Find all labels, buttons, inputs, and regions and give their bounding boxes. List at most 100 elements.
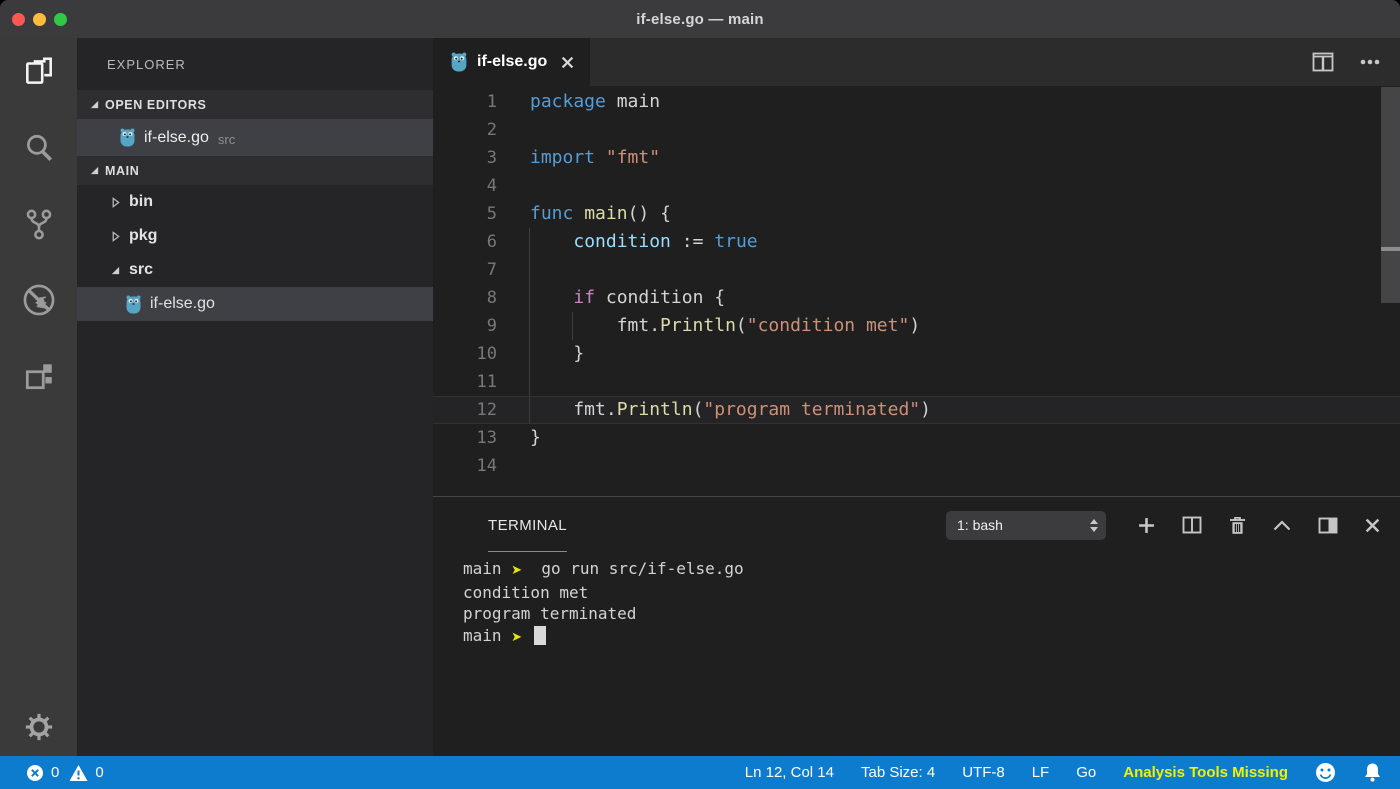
tree-item-label: src [129,261,154,278]
terminal-select-value: 1: bash [957,517,1003,533]
line-number: 3 [486,148,497,168]
line-code: fmt.Println("program terminated") [497,397,1400,423]
open-editors-header[interactable]: OPEN EDITORS [77,90,433,119]
line-number: 14 [476,456,497,476]
status-item-ln-12-col-14[interactable]: Ln 12, Col 14 [745,764,834,781]
editor-line-7[interactable]: 7 [433,256,1400,284]
status-item-lf[interactable]: LF [1032,764,1050,781]
tab-if-else-go[interactable]: if-else.go [433,38,591,86]
code-editor[interactable]: 1 package main 2 3 import "fmt" 4 5 func main()… [433,86,1400,496]
line-code [497,368,1400,396]
tree-item-src[interactable]: src [77,253,433,287]
editor-scrollbar[interactable] [1381,86,1400,496]
explorer-sidebar: EXPLORER OPEN EDITORS if-else.go src MAI… [77,38,433,756]
title-bar: if-else.go — main [0,0,1400,38]
terminal-panel: TERMINAL 1: bash main ➤ go run src/if-el… [433,496,1400,756]
maximize-panel-icon[interactable] [1273,519,1291,531]
tab-label: if-else.go [477,53,548,70]
terminal-output[interactable]: main ➤ go run src/if-else.go condition me… [433,553,1400,756]
errors-status[interactable]: 0 [26,764,59,782]
split-terminal-icon[interactable] [1182,516,1202,534]
tree-item-label: pkg [129,227,158,244]
terminal-cursor [533,625,546,645]
source-control-icon[interactable] [15,200,63,248]
window-title: if-else.go — main [636,10,764,28]
scrollbar-slider[interactable] [1381,87,1400,303]
tree-item-bin[interactable]: bin [77,185,433,219]
error-icon [26,764,44,782]
status-item-tab-size-4[interactable]: Tab Size: 4 [861,764,935,781]
terminal-line: condition met [463,582,589,602]
close-tab-icon[interactable] [561,56,574,69]
tree-item-label: bin [129,193,153,210]
go-gopher-icon [450,52,468,72]
line-code [497,256,1400,284]
panel-actions [1138,516,1400,535]
line-number: 4 [486,176,497,196]
chevron-expanded-icon [110,265,121,276]
error-count: 0 [51,764,60,781]
open-editors-label: OPEN EDITORS [105,97,207,112]
editor-line-4[interactable]: 4 [433,172,1400,200]
terminal-line: program terminated [463,604,637,623]
split-editor-icon[interactable] [1312,52,1334,72]
notifications-bell-icon[interactable] [1363,762,1382,783]
editor-group: if-else.go 1 package main 2 3 import "fm… [433,38,1400,756]
editor-line-6[interactable]: 6 condition := true [433,228,1400,256]
editor-line-3[interactable]: 3 import "fmt" [433,144,1400,172]
chevron-expanded-icon [89,99,100,110]
panel-header: TERMINAL 1: bash [433,497,1400,553]
line-number: 7 [486,260,497,280]
editor-line-5[interactable]: 5 func main() { [433,200,1400,228]
file-tree: bin pkg src if-else.go [77,185,433,756]
terminal-select[interactable]: 1: bash [946,510,1106,540]
line-number: 5 [486,204,497,224]
status-item-utf-8[interactable]: UTF-8 [962,764,1005,781]
status-bar: 0 0 Ln 12, Col 14 Tab Size: 4 UTF-8 LF Go Ana… [0,756,1400,789]
editor-line-10[interactable]: 10 } [433,340,1400,368]
warning-count: 0 [95,764,104,781]
kill-terminal-icon[interactable] [1229,516,1246,535]
line-code: package main [530,91,661,112]
chevron-collapsed-icon [110,230,121,242]
sidebar-title: EXPLORER [107,56,186,72]
chevron-expanded-icon [89,165,100,176]
tab-terminal[interactable]: TERMINAL [488,517,568,552]
vscode-window: if-else.go — main EXPLORER OPEN EDITORS … [0,0,1400,789]
new-terminal-icon[interactable] [1138,517,1155,534]
go-gopher-icon [125,295,142,314]
settings-gear-icon[interactable] [0,712,77,742]
search-icon[interactable] [15,124,63,172]
tree-item-pkg[interactable]: pkg [77,219,433,253]
editor-line-12[interactable]: 12 fmt.Println("program terminated") [433,396,1400,424]
editor-line-2[interactable]: 2 [433,116,1400,144]
line-code [497,172,1400,200]
line-code: condition := true [497,228,1400,256]
feedback-smiley-icon[interactable] [1315,762,1336,783]
main-section-header[interactable]: MAIN [77,156,433,185]
close-panel-icon[interactable] [1365,518,1380,533]
editor-line-9[interactable]: 9 fmt.Println("condition met") [433,312,1400,340]
line-code: import "fmt" [530,147,661,168]
editor-line-8[interactable]: 8 if condition { [433,284,1400,312]
status-item-analysis-tools-missing[interactable]: Analysis Tools Missing [1123,764,1288,781]
editor-line-14[interactable]: 14 [433,452,1400,480]
line-number: 13 [476,428,497,448]
editor-line-13[interactable]: 13} [433,424,1400,452]
debug-icon[interactable] [15,276,63,324]
more-actions-icon[interactable] [1360,59,1380,65]
tree-item-if-else-go[interactable]: if-else.go [77,287,433,321]
open-editor-file-label: if-else.go [144,128,209,146]
explorer-icon[interactable] [15,48,63,96]
line-code: } [530,427,541,448]
extensions-icon[interactable] [15,352,63,400]
status-item-go[interactable]: Go [1076,764,1096,781]
toggle-panel-icon[interactable] [1318,517,1338,534]
editor-line-11[interactable]: 11 [433,368,1400,396]
open-editor-item[interactable]: if-else.go src [77,119,433,156]
editor-line-1[interactable]: 1 package main [433,88,1400,116]
go-gopher-icon [119,128,136,147]
line-number: 12 [476,400,497,420]
warnings-status[interactable]: 0 [69,764,104,782]
line-number: 2 [486,120,497,140]
